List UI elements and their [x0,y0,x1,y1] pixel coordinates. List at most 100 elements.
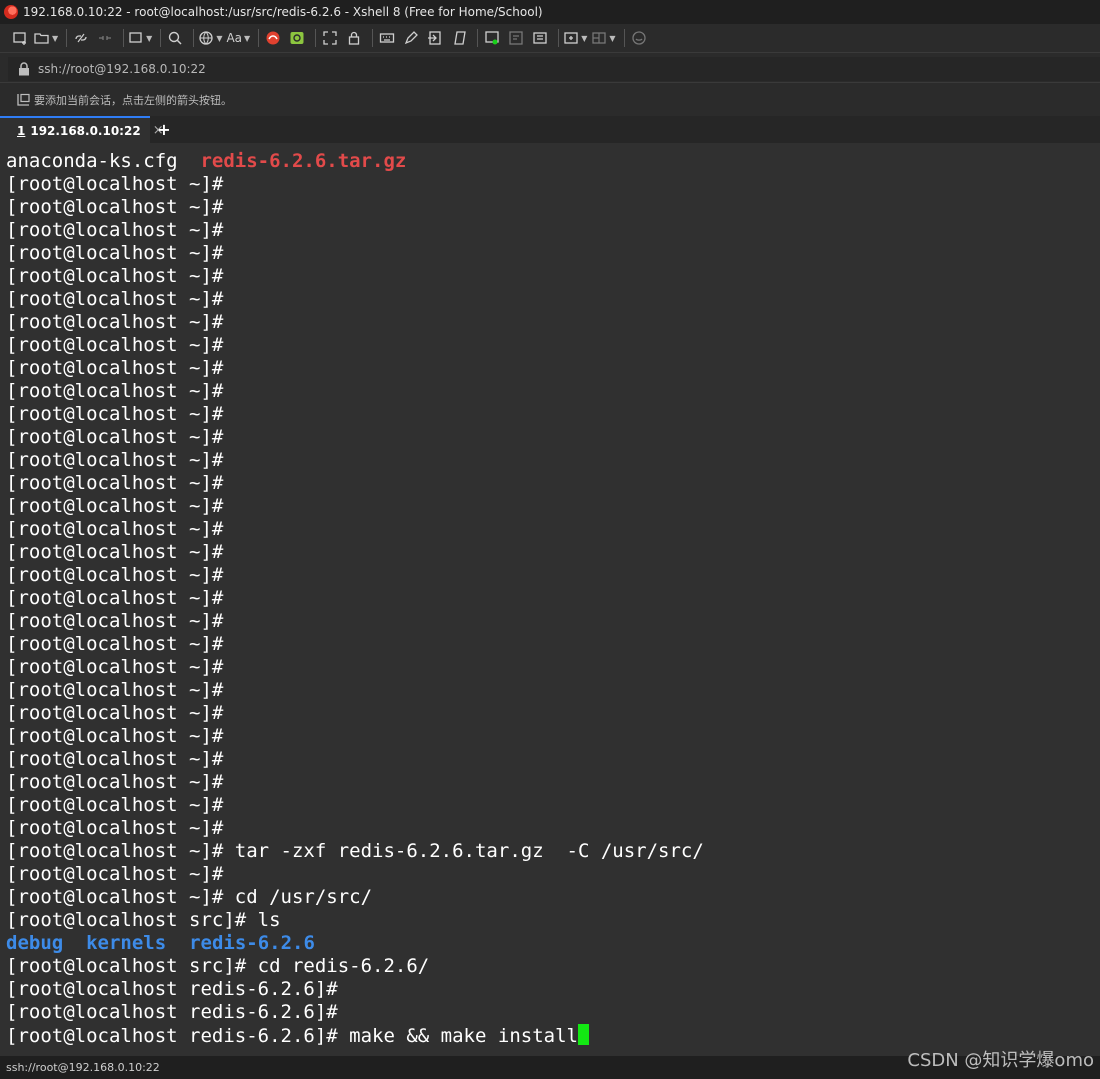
terminal-line: [root@localhost ~]# [6,196,223,219]
disconnect-button[interactable] [95,27,115,49]
terminal-line: [root@localhost redis-6.2.6]# [6,978,338,1001]
terminal-text: [root@localhost ~]# [6,380,224,402]
search-icon [169,31,182,45]
terminal-text: [root@localhost ~]# [6,656,224,678]
lock-button[interactable] [344,27,364,49]
terminal-text: [root@localhost ~]# [6,817,224,839]
script-button[interactable] [449,27,469,49]
address-field[interactable]: ssh://root@192.168.0.10:22 [8,57,1100,81]
reconnect-icon [75,33,87,43]
terminal-line: [root@localhost ~]# [6,725,223,748]
terminal-text: [root@localhost ~]# [6,173,224,195]
terminal-text: [root@localhost ~]# [6,633,224,655]
terminal-line: [root@localhost src]# cd redis-6.2.6/ [6,955,429,978]
quick-command-button[interactable] [530,27,550,49]
new-window-button[interactable]: ▼ [128,27,152,49]
open-session-button[interactable]: ▼ [34,27,58,49]
add-tab-group-icon [564,32,578,44]
terminal-line: [root@localhost ~]# [6,242,223,265]
terminal-line: [root@localhost ~]# [6,288,223,311]
font-label: Aa [226,31,243,45]
terminal-text: [root@localhost ~]# [6,725,224,747]
terminal-text: [root@localhost ~]# [6,242,224,264]
add-tab-button[interactable]: + [150,116,178,143]
terminal-line: [root@localhost ~]# [6,702,223,725]
encoding-button[interactable]: ▼ [198,27,222,49]
terminal-line: [root@localhost ~]# [6,426,223,449]
terminal-text: [root@localhost ~]# [6,449,224,471]
terminal-text: [root@localhost ~]# [6,771,224,793]
terminal-output[interactable]: anaconda-ks.cfg redis-6.2.6.tar.gz [root@… [0,146,1100,1056]
compose-bar-button[interactable] [506,27,526,49]
compose-button[interactable] [482,27,502,49]
terminal-line: [root@localhost ~]# [6,495,223,518]
terminal-line: [root@localhost ~]# [6,541,223,564]
tab-bar: 1 192.168.0.10:22 × + [0,116,1100,143]
terminal-text: [root@localhost ~]# [6,541,224,563]
highlight-icon [405,31,419,45]
chat-icon [631,31,646,45]
terminal-text: [root@localhost ~]# [6,702,224,724]
new-session-button[interactable] [10,27,30,49]
layout-icon [592,32,606,44]
xshell-logo-icon [4,5,18,19]
terminal-line: [root@localhost ~]# [6,564,223,587]
fullscreen-button[interactable] [320,27,340,49]
toolbar: ▼ ▼ ▼ Aa ▼ ▼ ▼ [0,24,1100,52]
reconnect-button[interactable] [71,27,91,49]
script-icon [454,31,466,45]
fullscreen-icon [323,31,337,45]
tab-session[interactable]: 1 192.168.0.10:22 × [0,116,164,143]
session-notice-bar: 要添加当前会话，点击左侧的箭头按钮。 [0,82,1100,116]
terminal-text: [root@localhost ~]# cd /usr/src/ [6,886,373,908]
toolbar-divider [160,29,162,47]
terminal-text: [root@localhost ~]# [6,426,224,448]
session-bar-icon[interactable] [17,93,30,106]
xftp-button[interactable] [263,27,283,49]
toolbar-divider [123,29,125,47]
layout-button[interactable]: ▼ [591,27,616,49]
terminal-line: [root@localhost ~]# [6,817,223,840]
terminal-line: anaconda-ks.cfg redis-6.2.6.tar.gz [6,150,406,173]
terminal-text: [root@localhost ~]# [6,265,224,287]
globe-icon [199,31,213,45]
terminal-line: [root@localhost ~]# [6,794,223,817]
new-session-icon [13,32,26,45]
add-tab-group-button[interactable]: ▼ [563,27,587,49]
toolbar-divider [193,29,195,47]
find-button[interactable] [165,27,185,49]
terminal-text: [root@localhost ~]# [6,472,224,494]
highlight-button[interactable] [401,27,421,49]
xftp-icon [266,31,280,45]
toolbar-divider [315,29,317,47]
lock-icon [19,62,29,76]
font-button[interactable]: Aa ▼ [226,27,250,49]
xagent-button[interactable] [287,27,307,49]
terminal-text: [root@localhost ~]# [6,219,224,241]
terminal-text: anaconda-ks.cfg [6,150,201,172]
terminal-line: [root@localhost ~]# tar -zxf redis-6.2.6… [6,840,704,863]
terminal-text: [root@localhost ~]# [6,610,224,632]
terminal-line: [root@localhost ~]# [6,219,223,242]
terminal-text: [root@localhost ~]# [6,357,224,379]
terminal-line: [root@localhost ~]# [6,587,223,610]
terminal-cursor [577,1024,589,1045]
terminal-line: [root@localhost redis-6.2.6]# [6,1001,338,1024]
terminal-line: [root@localhost ~]# [6,334,223,357]
toolbar-divider [623,29,625,47]
xagent-icon [290,32,304,44]
terminal-line: [root@localhost ~]# [6,265,223,288]
terminal-line: [root@localhost ~]# cd /usr/src/ [6,886,372,909]
terminal-text: [root@localhost src]# ls [6,909,281,931]
terminal-text: [root@localhost ~]# [6,587,224,609]
tab-label: 192.168.0.10:22 [30,123,141,138]
open-folder-icon [34,33,49,44]
keyboard-button[interactable] [377,27,397,49]
terminal-line: [root@localhost ~]# [6,173,223,196]
chat-button[interactable] [629,27,649,49]
tab-number: 1 [17,123,26,138]
terminal-text: debug [6,932,64,954]
transfer-button[interactable] [425,27,445,49]
toolbar-divider [558,29,560,47]
